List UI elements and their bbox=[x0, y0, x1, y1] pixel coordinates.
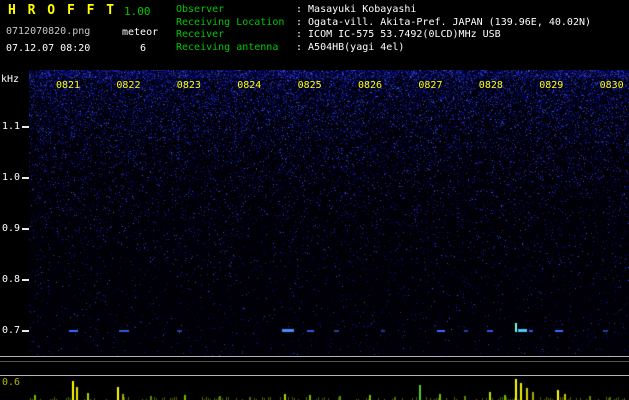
activity-strip bbox=[0, 376, 629, 400]
station-label: Receiving Location bbox=[176, 16, 285, 28]
time-tick-label: 0826 bbox=[358, 80, 383, 91]
freq-tick-label: 0.8 bbox=[2, 274, 21, 285]
freq-tick-mark bbox=[22, 177, 29, 179]
output-filename: 0712070820.png bbox=[6, 26, 91, 37]
station-value: : A504HB(yagi 4el) bbox=[296, 41, 405, 53]
station-row-receiver: Receiver : ICOM IC-575 53.7492(0LCD)MHz U… bbox=[176, 29, 591, 42]
station-label: Receiver bbox=[176, 29, 225, 40]
app-title: H R O F F T bbox=[8, 3, 117, 18]
app-version: 1.00 bbox=[124, 5, 151, 18]
time-tick-label: 0827 bbox=[418, 80, 443, 91]
mode-label: meteor bbox=[122, 27, 159, 38]
station-value: : Masayuki Kobayashi bbox=[296, 4, 417, 15]
station-label: Receiving antenna bbox=[176, 41, 279, 53]
freq-tick-label: 0.9 bbox=[2, 223, 21, 234]
station-row-antenna: Receiving antenna : A504HB(yagi 4el) bbox=[176, 42, 591, 55]
activity-canvas bbox=[0, 376, 629, 400]
separator-band bbox=[0, 356, 629, 376]
meteor-count: 6 bbox=[140, 43, 147, 54]
freq-tick-mark bbox=[22, 279, 29, 281]
hrofft-screen: H R O F F T 1.00 0712070820.png meteor 0… bbox=[0, 0, 629, 400]
station-row-observer: Observer : Masayuki Kobayashi bbox=[176, 4, 591, 17]
spectrogram-canvas bbox=[29, 70, 629, 356]
time-tick-label: 0824 bbox=[237, 80, 262, 91]
freq-label-0-6: 0.6 bbox=[2, 377, 21, 388]
time-tick-label: 0821 bbox=[56, 80, 81, 91]
freq-unit-label: kHz bbox=[1, 74, 20, 85]
time-tick-label: 0822 bbox=[116, 80, 141, 91]
header: H R O F F T 1.00 0712070820.png meteor 0… bbox=[0, 0, 629, 70]
freq-tick-label: 0.7 bbox=[2, 325, 21, 336]
freq-tick-mark bbox=[22, 330, 29, 332]
freq-tick-label: 1.0 bbox=[2, 172, 21, 183]
station-value: : Ogata-vill. Akita-Pref. JAPAN (139.96E… bbox=[296, 16, 592, 28]
station-row-location: Receiving Location : Ogata-vill. Akita-Pr… bbox=[176, 17, 591, 30]
station-label: Observer bbox=[176, 4, 225, 15]
time-tick-label: 0828 bbox=[478, 80, 503, 91]
separator-inner-line bbox=[0, 361, 629, 362]
time-tick-label: 0829 bbox=[539, 80, 564, 91]
datetime-label: 07.12.07 08:20 bbox=[6, 43, 91, 54]
station-info: Observer : Masayuki Kobayashi Receiving L… bbox=[176, 4, 591, 54]
spectrogram-plot: kHz 0821 0822 0823 0824 0825 0826 0827 0828 0829… bbox=[0, 70, 629, 356]
freq-tick-mark bbox=[22, 126, 29, 128]
station-value: : ICOM IC-575 53.7492(0LCD)MHz USB bbox=[296, 29, 501, 40]
time-tick-label: 0823 bbox=[176, 80, 201, 91]
freq-tick-mark bbox=[22, 228, 29, 230]
freq-tick-label: 1.1 bbox=[2, 121, 21, 132]
time-tick-label: 0825 bbox=[297, 80, 322, 91]
time-tick-label: 0830 bbox=[599, 80, 624, 91]
